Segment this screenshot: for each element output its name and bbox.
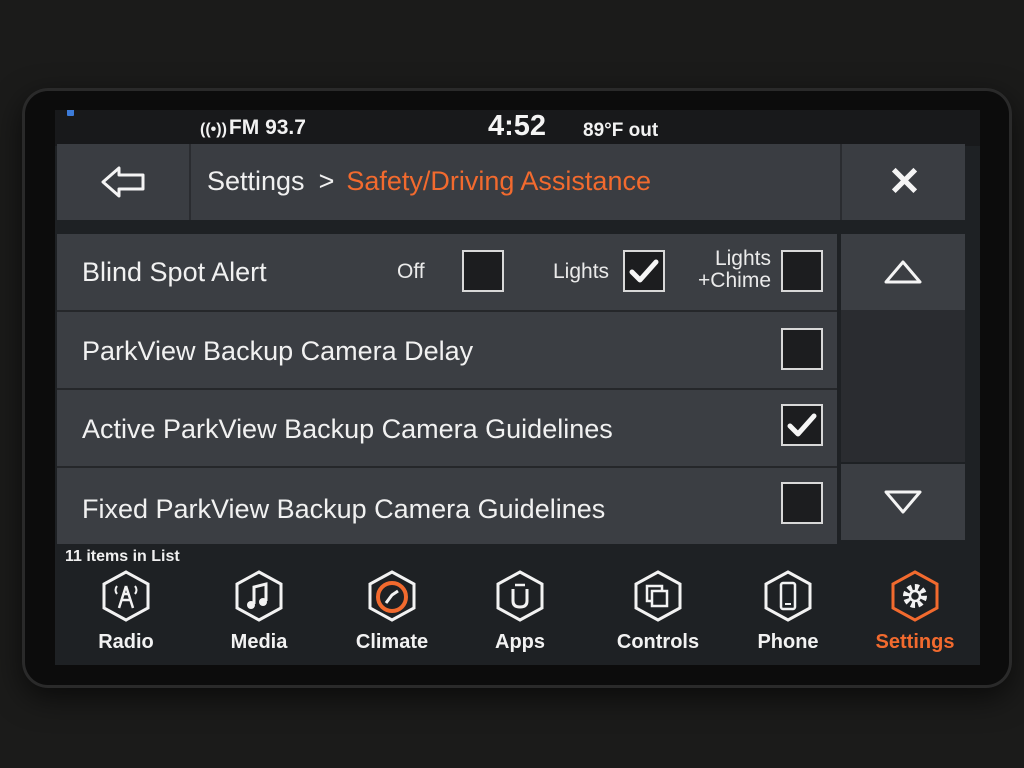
nav-phone[interactable]: Phone: [733, 566, 843, 665]
bottom-navigation: Radio Media Climate Apps Controls Phone …: [55, 566, 980, 665]
row-label: Active ParkView Backup Camera Guidelines: [82, 414, 613, 444]
parkview-delay-checkbox[interactable]: [781, 328, 823, 370]
nav-label: Phone: [757, 631, 819, 653]
breadcrumb-current: Safety/Driving Assistance: [346, 166, 651, 196]
list-item-fixed-guidelines[interactable]: Fixed ParkView Backup Camera Guidelines: [57, 468, 837, 544]
option-lights-label: Lights: [553, 260, 610, 283]
status-indicator-icon: [67, 110, 75, 122]
back-arrow-icon: [101, 166, 145, 198]
clock: 4:52: [488, 110, 547, 142]
list-item-blind-spot-alert: Blind Spot Alert Off Lights Lights +Chim…: [57, 234, 837, 312]
option-lights-chime-label: Lights +Chime: [698, 247, 771, 292]
nav-apps[interactable]: Apps: [465, 566, 575, 665]
nav-controls[interactable]: Controls: [603, 566, 713, 665]
triangle-down-icon: [884, 490, 922, 514]
breadcrumb: Settings > Safety/Driving Assistance: [207, 166, 651, 197]
nav-label: Radio: [98, 631, 154, 653]
nav-label: Settings: [875, 631, 955, 653]
infotainment-screen: ((•))FM 93.7 4:52 89°F out Settings > Safe…: [55, 110, 980, 665]
music-note-icon: [235, 570, 283, 622]
checkmark-icon: [787, 413, 817, 437]
list-item-active-guidelines[interactable]: Active ParkView Backup Camera Guidelines: [57, 390, 837, 468]
climate-icon: [368, 570, 416, 622]
checkmark-icon: [629, 259, 659, 283]
settings-header: Settings > Safety/Driving Assistance ✕: [57, 144, 965, 220]
close-icon: ✕: [887, 160, 922, 204]
nav-settings[interactable]: Settings: [860, 566, 970, 665]
nav-label: Apps: [495, 631, 545, 653]
controls-icon: [634, 570, 682, 622]
blind-spot-off-checkbox[interactable]: [462, 250, 504, 292]
blind-spot-lights-checkbox[interactable]: [623, 250, 665, 292]
status-bar: ((•))FM 93.7 4:52 89°F out: [55, 110, 980, 146]
phone-icon: [764, 570, 812, 622]
nav-label: Controls: [616, 631, 700, 653]
back-button[interactable]: [57, 144, 191, 220]
breadcrumb-separator: >: [318, 166, 335, 196]
row-label: ParkView Backup Camera Delay: [82, 336, 474, 366]
outside-temperature: 89°F out: [583, 120, 659, 141]
scrollbar-track[interactable]: [841, 310, 965, 462]
fixed-guidelines-checkbox[interactable]: [781, 482, 823, 524]
radio-station-text: FM 93.7: [228, 116, 306, 139]
row-label: Blind Spot Alert: [82, 257, 267, 287]
nav-label: Media: [230, 631, 288, 653]
blind-spot-lights-chime-checkbox[interactable]: [781, 250, 823, 292]
radio-tower-icon: [102, 570, 150, 622]
radio-status: ((•))FM 93.7: [200, 116, 306, 140]
close-button[interactable]: ✕: [840, 144, 967, 220]
nav-media[interactable]: Media: [204, 566, 314, 665]
row-label: Fixed ParkView Backup Camera Guidelines: [82, 494, 606, 524]
option-off-label: Off: [397, 260, 425, 283]
nav-label: Climate: [355, 631, 429, 653]
scroll-up-button[interactable]: [841, 234, 965, 310]
list-item-count: 11 items in List: [65, 548, 180, 565]
apps-icon: [496, 570, 544, 622]
scroll-down-button[interactable]: [841, 464, 965, 540]
breadcrumb-root[interactable]: Settings: [207, 166, 305, 196]
list-item-parkview-delay[interactable]: ParkView Backup Camera Delay: [57, 312, 837, 390]
nav-climate[interactable]: Climate: [337, 566, 447, 665]
gear-icon: [891, 570, 939, 622]
active-guidelines-checkbox[interactable]: [781, 404, 823, 446]
triangle-up-icon: [884, 260, 922, 284]
antenna-icon: ((•)): [200, 121, 227, 138]
nav-radio[interactable]: Radio: [71, 566, 181, 665]
